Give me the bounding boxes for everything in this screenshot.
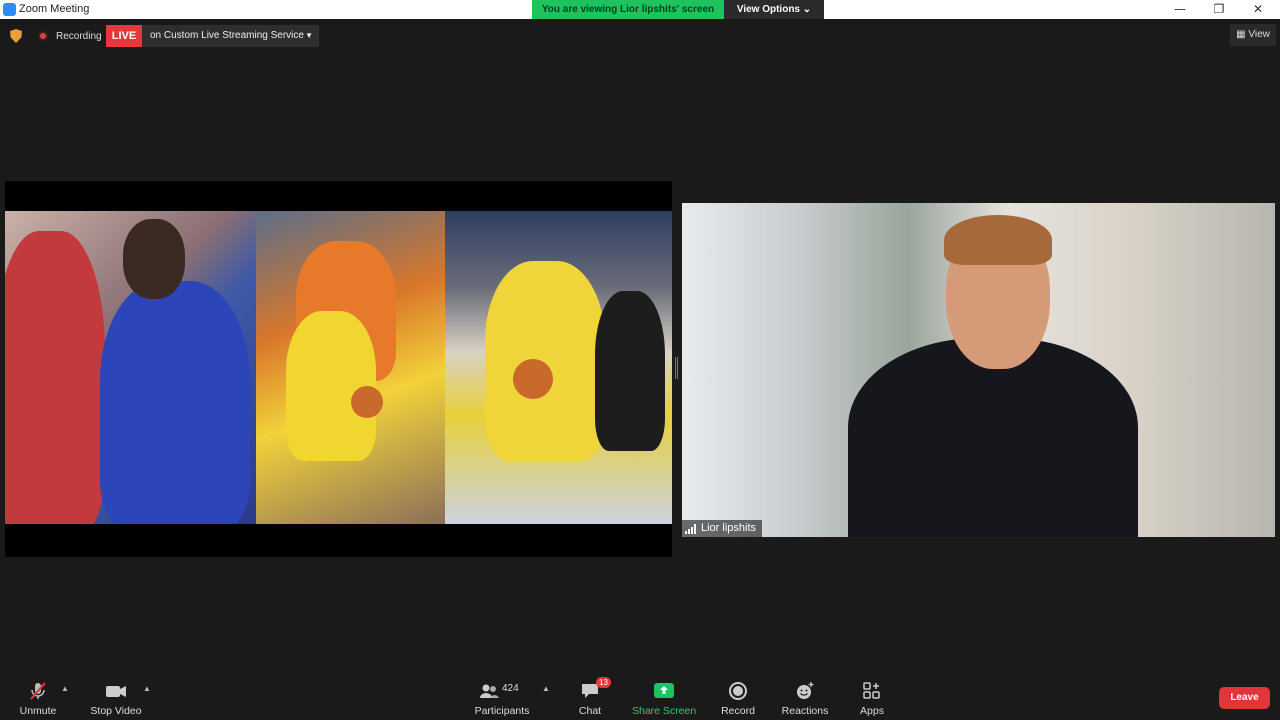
participants-button[interactable]: 424 Participants bbox=[472, 672, 532, 720]
speaker-name-tag: Lior lipshits bbox=[682, 520, 763, 537]
record-icon bbox=[729, 682, 747, 700]
speaker-name: Lior lipshits bbox=[701, 522, 757, 534]
window-title: Zoom Meeting bbox=[19, 3, 90, 15]
recording-label: Recording bbox=[56, 31, 102, 42]
minimize-icon[interactable]: — bbox=[1160, 0, 1200, 19]
apps-icon bbox=[863, 682, 880, 699]
record-label: Record bbox=[721, 705, 755, 717]
view-button[interactable]: ▦ View bbox=[1230, 24, 1276, 46]
stop-video-button[interactable]: Stop Video bbox=[86, 672, 146, 720]
live-stream-label: on Custom Live Streaming Service bbox=[150, 30, 304, 41]
screen-share-banner: You are viewing Lior lipshits' screen Vi… bbox=[532, 0, 824, 19]
apps-label: Apps bbox=[860, 705, 884, 717]
shared-screen[interactable] bbox=[5, 181, 672, 557]
unmute-label: Unmute bbox=[19, 705, 57, 717]
caret-down-icon: ▼ bbox=[305, 31, 313, 40]
view-options-button[interactable]: View Options ⌄ bbox=[724, 0, 824, 19]
basketball-photo-3 bbox=[445, 211, 672, 524]
share-screen-label: Share Screen bbox=[632, 705, 697, 717]
apps-button[interactable]: Apps bbox=[850, 672, 894, 720]
reactions-button[interactable]: Reactions bbox=[778, 672, 832, 720]
unmute-button[interactable]: Unmute bbox=[14, 672, 62, 720]
stop-video-label: Stop Video bbox=[90, 705, 142, 717]
participants-icon bbox=[480, 684, 499, 698]
speaker-hair bbox=[944, 215, 1052, 265]
basketball-photo-1 bbox=[5, 211, 256, 524]
share-screen-button[interactable]: Share Screen bbox=[632, 672, 696, 720]
record-button[interactable]: Record bbox=[714, 672, 762, 720]
muted-microphone-icon bbox=[30, 682, 46, 700]
chat-label: Chat bbox=[578, 705, 602, 717]
meeting-top-bar: Recording LIVE on Custom Live Streaming … bbox=[0, 24, 1280, 48]
share-screen-icon bbox=[654, 683, 674, 698]
speaker-video[interactable] bbox=[682, 203, 1275, 537]
view-label: View bbox=[1248, 29, 1270, 40]
close-icon[interactable]: ✕ bbox=[1238, 0, 1278, 19]
meeting-toolbar: Unmute ▲ Stop Video ▲ 424 Participants ▲… bbox=[0, 672, 1280, 720]
leave-button[interactable]: Leave bbox=[1219, 687, 1270, 709]
signal-strength-icon bbox=[685, 523, 696, 534]
reactions-label: Reactions bbox=[781, 705, 829, 717]
live-badge: LIVE bbox=[106, 25, 142, 47]
viewing-screen-label: You are viewing Lior lipshits' screen bbox=[532, 0, 724, 19]
video-options-caret-icon[interactable]: ▲ bbox=[143, 684, 151, 693]
zoom-app-icon bbox=[3, 3, 16, 16]
chat-button[interactable]: 13 Chat bbox=[566, 672, 614, 720]
grid-view-icon: ▦ bbox=[1236, 29, 1246, 40]
split-view-handle[interactable] bbox=[675, 357, 678, 379]
participants-caret-icon[interactable]: ▲ bbox=[542, 684, 550, 693]
restore-icon[interactable]: ❐ bbox=[1199, 0, 1239, 19]
security-shield-icon[interactable] bbox=[10, 29, 22, 43]
chat-unread-badge: 13 bbox=[596, 677, 611, 688]
live-stream-dropdown[interactable]: on Custom Live Streaming Service ▼ bbox=[142, 25, 319, 47]
audio-options-caret-icon[interactable]: ▲ bbox=[61, 684, 69, 693]
smiley-face-icon bbox=[797, 682, 814, 699]
participants-label: Participants bbox=[474, 705, 530, 717]
basketball-photo-2 bbox=[256, 211, 445, 524]
recording-dot-icon bbox=[38, 31, 48, 41]
participants-count: 424 bbox=[502, 683, 519, 694]
video-camera-icon bbox=[106, 686, 126, 697]
